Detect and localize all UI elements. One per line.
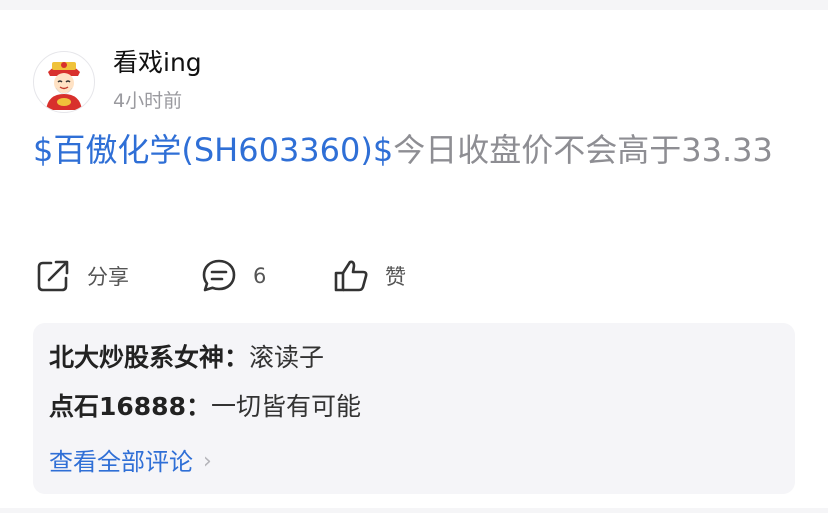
thumbs-up-icon — [334, 260, 368, 292]
post-time: 4小时前 — [113, 90, 183, 112]
post-content: $百傲化学(SH603360)$今日收盘价不会高于33.33 — [33, 122, 793, 178]
post-card: 看戏ing 4小时前 $百傲化学(SH603360)$今日收盘价不会高于33.3… — [0, 10, 828, 508]
like-button[interactable]: 赞 — [332, 256, 406, 296]
like-label: 赞 — [385, 265, 406, 289]
share-icon — [37, 260, 69, 292]
comment-icon — [202, 259, 236, 292]
view-all-label: 查看全部评论 — [49, 448, 193, 476]
username[interactable]: 看戏ing — [113, 46, 202, 80]
comment-button[interactable]: 6 — [200, 256, 266, 296]
share-button[interactable]: 分享 — [34, 256, 129, 296]
comment-item[interactable]: 点石16888：一切皆有可能 — [49, 390, 361, 424]
comment-text: 一切皆有可能 — [210, 392, 361, 421]
comment-item[interactable]: 北大炒股系女神：滚读子 — [49, 341, 324, 375]
comment-count: 6 — [253, 264, 267, 288]
comments-preview: 北大炒股系女神：滚读子 点石16888：一切皆有可能 查看全部评论 › — [33, 323, 795, 494]
stock-link[interactable]: $百傲化学(SH603360)$ — [33, 131, 393, 169]
view-all-comments-link[interactable]: 查看全部评论 › — [49, 445, 212, 479]
god-of-wealth-avatar-icon — [46, 62, 82, 110]
share-label: 分享 — [87, 265, 129, 289]
chevron-right-icon: › — [203, 449, 212, 474]
post-text: 今日收盘价不会高于33.33 — [393, 131, 773, 169]
comment-author: 北大炒股系女神： — [49, 343, 250, 372]
action-bar: 分享 6 赞 — [0, 250, 828, 302]
user-avatar[interactable] — [33, 51, 95, 113]
comment-text: 滚读子 — [249, 343, 325, 372]
comment-author: 点石16888： — [49, 392, 211, 421]
